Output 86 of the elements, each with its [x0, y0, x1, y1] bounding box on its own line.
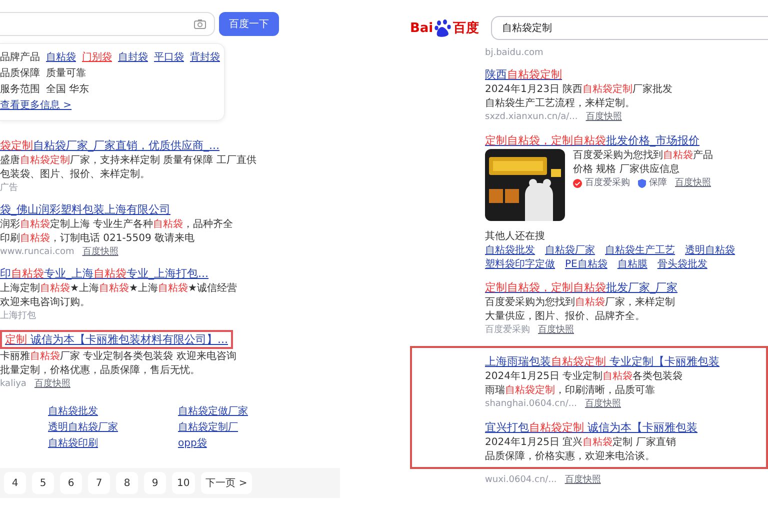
search-field[interactable]: 自粘袋定制 — [491, 16, 768, 40]
result-snippet: 上海定制自粘袋★上海自粘袋★上海自粘袋★诚信经营 — [0, 282, 238, 295]
result-title[interactable]: 定制自粘袋，定制自粘袋批发价格_市场报价 — [485, 133, 700, 148]
result-source: shanghai.0604.cn/... — [485, 398, 577, 411]
snapshot-link[interactable]: 百度快照 — [538, 324, 574, 337]
snapshot-link[interactable]: 百度快照 — [586, 111, 622, 124]
related-link[interactable]: 透明自粘袋 — [685, 244, 735, 257]
badge-label: 百度爱采购 — [585, 177, 630, 190]
page-link[interactable]: 7 — [88, 472, 110, 494]
result-snippet: 批量定制，价格优惠，品质保障，售后无忧。 — [0, 364, 201, 377]
result-title[interactable]: 印 自粘袋专业_上海自粘袋专业_上海打包... — [0, 266, 208, 281]
result-title[interactable]: 宜兴打包自粘袋定制 诚信为本【卡丽雅包装 — [485, 420, 698, 435]
result-snippet: 润彩自粘袋定制上海 专业生产各种自粘袋，品种齐全 — [0, 218, 234, 231]
verified-icon — [573, 179, 582, 188]
result-title[interactable]: 定制自粘袋，定制自粘袋批发厂家_厂家 — [485, 280, 678, 295]
result-snippet: 2024年1月23日 陕西自粘袋定制厂家批发 — [485, 83, 674, 96]
page-link[interactable]: 8 — [116, 472, 138, 494]
result-snippet: 印刷自粘袋，订制电话 021-5509 敬请来电 — [0, 232, 196, 245]
related-link[interactable]: 自粘膜 — [617, 258, 648, 271]
snapshot-link[interactable]: 百度快照 — [82, 246, 118, 259]
result-source: 百度爱采购 — [485, 324, 530, 337]
related-link[interactable]: PE自粘袋 — [565, 258, 608, 271]
info-value: 质量可靠 — [46, 66, 86, 80]
result-snippet: 包装袋、图片、报价、来样定制。 — [0, 168, 151, 181]
snapshot-link[interactable]: 百度快照 — [584, 398, 621, 411]
snapshot-link[interactable]: 百度快照 — [564, 473, 601, 486]
result-source: kaliya — [0, 378, 26, 391]
related-link[interactable]: 自粘袋定做厂家 — [178, 404, 308, 418]
info-link[interactable]: 平口袋 — [154, 50, 184, 64]
result-snippet: 2024年1月25日 专业定制自粘袋各类包装袋 — [485, 370, 684, 383]
result-snippet: 欢迎来电咨询订购。 — [0, 296, 91, 309]
result-source: 广告 — [0, 182, 18, 195]
page-link[interactable]: 9 — [144, 472, 166, 494]
shield-icon — [638, 179, 646, 188]
search-field[interactable] — [0, 12, 215, 36]
info-link[interactable]: 自封袋 — [118, 50, 148, 64]
related-label: 其他人还在搜 — [485, 230, 546, 243]
result-snippet: 品质保障，价格实惠，欢迎来电洽谈。 — [485, 450, 656, 463]
related-link[interactable]: 自粘袋厂家 — [545, 244, 595, 257]
info-label: 服务范围 — [0, 82, 40, 96]
result-url: bj.baidu.com — [485, 48, 544, 58]
related-link[interactable]: 自粘袋印刷 — [48, 436, 178, 450]
logo-text: Bai — [410, 20, 434, 36]
result-snippet: 自粘袋生产工艺流程，来样定制。 — [485, 97, 636, 110]
result-snippet: 百度爱采购为您找到自粘袋产品 — [573, 149, 713, 162]
next-page-link[interactable]: 下一页 > — [200, 472, 252, 494]
camera-icon[interactable] — [194, 19, 206, 29]
related-link[interactable]: 透明自粘袋厂家 — [48, 420, 178, 434]
info-link[interactable]: 自粘袋 — [46, 50, 76, 64]
related-link[interactable]: opp袋 — [178, 436, 308, 450]
result-title[interactable]: 袋_佛山润彩塑料包装上海有限公司 — [0, 202, 170, 217]
logo-text: 百度 — [453, 20, 480, 37]
page-link[interactable]: 6 — [60, 472, 82, 494]
related-link[interactable]: 自粘袋批发 — [48, 404, 178, 418]
info-value: 全国 华东 — [46, 82, 90, 96]
page-link[interactable]: 4 — [4, 472, 26, 494]
info-label: 品牌产品 — [0, 50, 40, 64]
info-label: 品质保障 — [0, 66, 40, 80]
snapshot-link[interactable]: 百度快照 — [34, 378, 70, 391]
result-snippet: 雨瑞自粘袋定制，印刷清晰，品质可靠 — [485, 384, 656, 397]
result-snippet: 大量供应，图片、报价、品牌齐全。 — [485, 310, 646, 323]
result-source: sxzd.xianxun.cn/a/... — [485, 111, 578, 124]
related-link[interactable]: 自粘袋生产工艺 — [605, 244, 675, 257]
result-snippet: 价格 规格 厂家供应信息 — [573, 163, 680, 176]
related-link[interactable]: 自粘袋批发 — [485, 244, 535, 257]
result-source: wuxi.0604.cn/... — [485, 474, 557, 484]
result-source: 上海打包 — [0, 310, 36, 323]
page-link[interactable]: 5 — [32, 472, 54, 494]
result-snippet: 百度爱采购为您找到自粘袋厂家，来样定制 — [485, 296, 676, 309]
page-link[interactable]: 10 — [172, 472, 195, 494]
info-link[interactable]: 背封袋 — [190, 50, 220, 64]
info-link[interactable]: 门别袋 — [82, 50, 112, 64]
more-link[interactable]: 查看更多信息 > — [0, 98, 72, 112]
result-title[interactable]: 定制 诚信为本【卡丽雅包装材料有限公司】... — [0, 330, 233, 349]
result-snippet: 卡丽雅自粘袋厂家 专业定制各类包装袋 欢迎来电咨询 — [0, 350, 238, 363]
snapshot-link[interactable]: 百度快照 — [675, 177, 711, 190]
result-source: www.runcai.com — [0, 246, 74, 259]
related-link[interactable]: 塑料袋印字定做 — [485, 258, 555, 271]
badge-label: 保障 — [649, 177, 667, 190]
related-link[interactable]: 自粘袋定制厂 — [178, 420, 308, 434]
paw-icon — [434, 19, 452, 37]
result-title[interactable]: 陕西自粘袋定制 — [485, 67, 562, 82]
search-button[interactable]: 百度一下 — [219, 12, 279, 36]
result-snippet: 盛唐自粘袋定制厂家，支持来样定制 质量有保障 工厂直供 — [0, 154, 258, 167]
related-link[interactable]: 骨头袋批发 — [657, 258, 708, 271]
result-snippet: 2024年1月25日 宜兴自粘袋定制 厂家直销 — [485, 436, 677, 449]
